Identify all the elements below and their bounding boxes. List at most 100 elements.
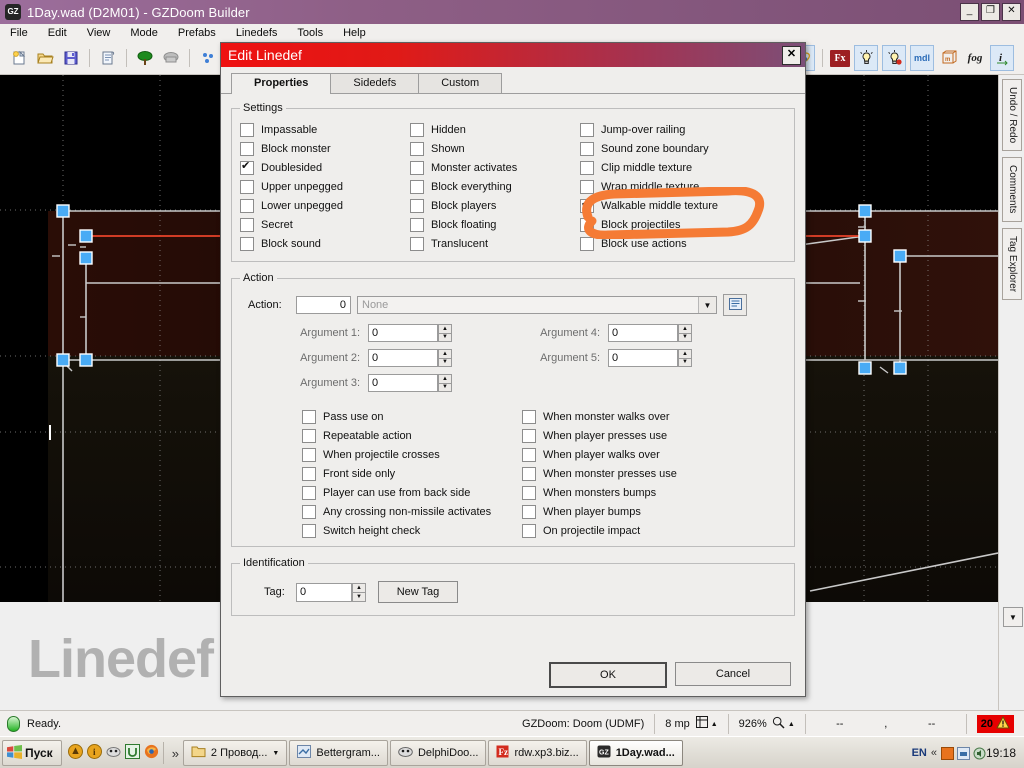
fog-icon[interactable]: fog xyxy=(964,46,986,70)
checkbox-box[interactable] xyxy=(240,159,254,175)
checkbox-box[interactable] xyxy=(410,122,424,137)
checkbox-block-monster[interactable]: Block monster xyxy=(240,139,410,158)
script-icon[interactable] xyxy=(97,46,119,70)
checkbox-block-projectiles[interactable]: Block projectiles xyxy=(580,215,760,234)
checkbox-monster-activates[interactable]: Monster activates xyxy=(410,158,580,177)
checkbox-impassable[interactable]: Impassable xyxy=(240,120,410,139)
spinner-down-icon[interactable]: ▼ xyxy=(438,332,452,342)
chevron-down-icon[interactable]: ▼ xyxy=(1003,607,1023,627)
checkbox-pass-use-on[interactable]: Pass use on xyxy=(302,407,522,426)
menu-mode[interactable]: Mode xyxy=(120,26,168,40)
checkbox-box[interactable] xyxy=(240,141,254,156)
spinner-up-icon[interactable]: ▲ xyxy=(678,349,692,358)
taskbar-item-browser[interactable]: Fz rdw.xp3.biz... xyxy=(488,740,587,766)
model-box-icon[interactable]: m xyxy=(938,46,960,70)
tag-spinner[interactable]: ▲ ▼ xyxy=(352,582,366,602)
checkbox-box[interactable] xyxy=(522,485,536,500)
open-folder-icon[interactable] xyxy=(34,46,56,70)
checkbox-when-projectile-crosses[interactable]: When projectile crosses xyxy=(302,445,522,464)
model-icon[interactable]: mdl xyxy=(910,45,934,71)
checkbox-box[interactable] xyxy=(302,523,316,538)
firefox-icon[interactable] xyxy=(144,744,159,762)
tab-sidedefs[interactable]: Sidedefs xyxy=(330,73,420,93)
dock-tab-undo-redo[interactable]: Undo / Redo xyxy=(1002,79,1022,152)
checkbox-box[interactable] xyxy=(410,141,424,156)
argument-4-spinner[interactable]: ▲ ▼ xyxy=(678,324,692,342)
checkbox-box[interactable] xyxy=(580,141,594,156)
checkbox-box[interactable] xyxy=(240,236,254,251)
tab-custom[interactable]: Custom xyxy=(418,73,503,93)
checkbox-on-projectile-impact[interactable]: On projectile impact xyxy=(522,521,722,540)
checkbox-box[interactable] xyxy=(580,179,594,194)
checkbox-box[interactable] xyxy=(580,160,594,175)
spinner-down-icon[interactable]: ▼ xyxy=(678,332,692,342)
tree-icon[interactable] xyxy=(134,46,156,70)
checkbox-switch-height-check[interactable]: Switch height check xyxy=(302,521,522,540)
checkbox-repeatable-action[interactable]: Repeatable action xyxy=(302,426,522,445)
checkbox-block-use-actions[interactable]: Block use actions xyxy=(580,234,760,253)
tag-input[interactable]: 0 xyxy=(296,582,352,602)
tray-expand-icon[interactable]: « xyxy=(931,747,937,759)
checkbox-block-floating[interactable]: Block floating xyxy=(410,215,580,234)
fx-icon[interactable]: Fx xyxy=(830,49,850,67)
checkbox-block-sound[interactable]: Block sound xyxy=(240,234,410,253)
grid-dropdown-icon[interactable]: ▲ xyxy=(711,721,718,728)
chevron-down-icon[interactable]: ▼ xyxy=(698,297,716,313)
cancel-button[interactable]: Cancel xyxy=(675,662,791,686)
checkbox-box[interactable] xyxy=(240,179,254,194)
checkbox-when-player-bumps[interactable]: When player bumps xyxy=(522,502,722,521)
things-icon[interactable] xyxy=(197,46,219,70)
spinner-down-icon[interactable]: ▼ xyxy=(438,357,452,367)
spinner-up-icon[interactable]: ▲ xyxy=(438,324,452,333)
checkbox-front-side-only[interactable]: Front side only xyxy=(302,464,522,483)
checkbox-box[interactable] xyxy=(240,122,254,137)
rock-icon[interactable] xyxy=(160,46,182,70)
checkbox-box[interactable] xyxy=(410,236,424,251)
checkbox-box[interactable] xyxy=(522,523,536,538)
utorrent-icon[interactable] xyxy=(124,744,140,762)
start-button[interactable]: Пуск xyxy=(2,740,62,766)
spinner-up-icon[interactable]: ▲ xyxy=(438,374,452,383)
save-disk-icon[interactable] xyxy=(60,46,82,70)
close-button[interactable]: ✕ xyxy=(1002,3,1021,21)
light-bulb-red-icon[interactable] xyxy=(882,45,906,71)
checkbox-box[interactable] xyxy=(302,447,316,462)
checkbox-jump-over-railing[interactable]: Jump-over railing xyxy=(580,120,760,139)
argument-4-input[interactable]: 0 xyxy=(608,324,678,342)
action-number-input[interactable]: 0 xyxy=(296,296,351,314)
spinner-down-icon[interactable]: ▼ xyxy=(678,357,692,367)
checkbox-box[interactable] xyxy=(302,504,316,519)
checkbox-lower-unpegged[interactable]: Lower unpegged xyxy=(240,196,410,215)
taskbar-item-bettergram[interactable]: Bettergram... xyxy=(289,740,388,766)
checkbox-translucent[interactable]: Translucent xyxy=(410,234,580,253)
spinner-up-icon[interactable]: ▲ xyxy=(678,324,692,333)
argument-5-input[interactable]: 0 xyxy=(608,349,678,367)
checkbox-box[interactable] xyxy=(580,236,594,251)
checkbox-block-players[interactable]: Block players xyxy=(410,196,580,215)
checkbox-box[interactable] xyxy=(522,504,536,519)
checkbox-box[interactable] xyxy=(522,447,536,462)
argument-5-spinner[interactable]: ▲ ▼ xyxy=(678,349,692,367)
checkbox-box[interactable] xyxy=(580,217,594,232)
spinner-down-icon[interactable]: ▼ xyxy=(352,591,366,602)
taskbar-item-delphi[interactable]: DelphiDoo... xyxy=(389,740,487,766)
checkbox-shown[interactable]: Shown xyxy=(410,139,580,158)
checkbox-box[interactable] xyxy=(522,428,536,443)
taskbar-item-gzdoom-builder[interactable]: GZ 1Day.wad... xyxy=(588,740,683,766)
checkbox-box[interactable] xyxy=(410,198,424,213)
zoom-dropdown-icon[interactable]: ▲ xyxy=(788,721,795,728)
menu-view[interactable]: View xyxy=(77,26,121,40)
amule-icon[interactable] xyxy=(67,744,83,762)
delphi-tray-icon[interactable] xyxy=(106,744,121,762)
new-tag-button[interactable]: New Tag xyxy=(378,581,458,603)
info-icon[interactable]: i xyxy=(990,45,1014,71)
checkbox-when-player-walks-over[interactable]: When player walks over xyxy=(522,445,722,464)
checkbox-box[interactable] xyxy=(410,217,424,232)
checkbox-box[interactable] xyxy=(302,428,316,443)
checkbox-any-crossing-non-missile-activates[interactable]: Any crossing non-missile activates xyxy=(302,502,522,521)
checkbox-box[interactable] xyxy=(240,217,254,232)
dialog-close-button[interactable]: ✕ xyxy=(782,46,801,65)
checkbox-box[interactable] xyxy=(410,160,424,175)
menu-tools[interactable]: Tools xyxy=(287,26,333,40)
new-file-icon[interactable] xyxy=(8,46,30,70)
